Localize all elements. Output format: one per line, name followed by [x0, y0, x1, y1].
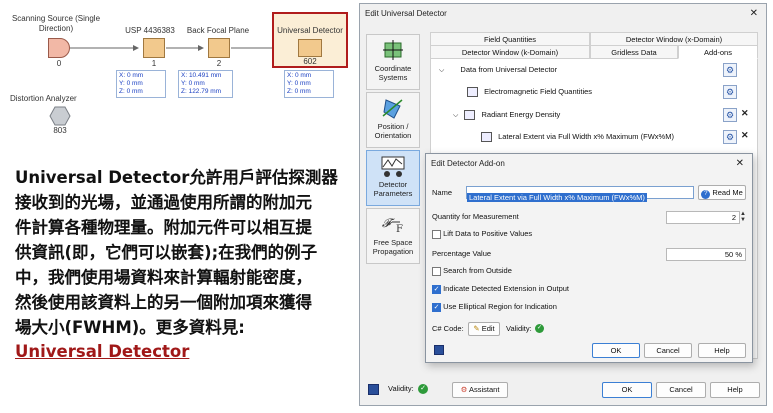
- sidebar-item-coordinate-systems[interactable]: Coordinate Systems: [366, 34, 420, 90]
- tab-gridless-data[interactable]: Gridless Data: [590, 45, 678, 59]
- addon-dialog-title: Edit Detector Add-on: [431, 159, 505, 168]
- help-circle-icon: ?: [701, 190, 711, 199]
- name-label: Name: [432, 188, 453, 197]
- lift-data-checkbox[interactable]: Lift Data to Positive Values: [432, 228, 532, 240]
- coordinate-box-detector: X: 0 mm Y: 0 mm Z: 0 mm: [284, 70, 334, 98]
- validity-ok-icon: ✓: [535, 324, 544, 333]
- read-me-button[interactable]: ? Read Me: [698, 185, 746, 200]
- pencil-icon: ✎: [473, 324, 480, 333]
- tree-item-radiant-energy-density[interactable]: ⌵ Radiant Energy Density: [453, 108, 703, 123]
- gear-icon[interactable]: ⚙: [723, 108, 737, 122]
- percentage-label: Percentage Value: [432, 249, 492, 258]
- indicate-extension-checkbox[interactable]: ✓ Indicate Detected Extension in Output: [432, 283, 569, 295]
- tab-detector-window-x[interactable]: Detector Window (x-Domain): [590, 32, 758, 46]
- cancel-button[interactable]: Cancel: [656, 382, 706, 398]
- dialog-titlebar[interactable]: Edit Universal Detector ✕: [360, 4, 766, 24]
- sidebar-item-detector-parameters[interactable]: Detector Parameters: [366, 150, 420, 206]
- addon-dialog-titlebar[interactable]: Edit Detector Add-on ✕: [426, 154, 752, 174]
- node-label-back-focal-plane: Back Focal Plane: [186, 26, 250, 35]
- detector-node-icon: [298, 39, 322, 57]
- edit-code-button[interactable]: ✎ Edit: [468, 322, 500, 336]
- description-line: 接收到的光場，並通過使用所謂的附加元: [15, 193, 312, 212]
- optical-setup-diagram: Scanning Source (Single Direction) 0 USP…: [0, 0, 355, 150]
- node-label-source: Scanning Source (Single Direction): [11, 14, 101, 33]
- validity-ok-icon: ✓: [418, 384, 428, 394]
- addon-icon: [481, 132, 492, 143]
- usp-node-icon[interactable]: [143, 38, 165, 58]
- validity-label: Validity:: [388, 384, 414, 393]
- detector-parameters-icon: [381, 156, 405, 177]
- search-from-outside-checkbox[interactable]: Search from Outside: [432, 265, 512, 277]
- addon-help-button[interactable]: Help: [698, 343, 746, 358]
- addon-icon: [467, 87, 478, 98]
- close-icon[interactable]: ✕: [736, 154, 744, 174]
- node-label-universal-detector: Universal Detector: [277, 26, 343, 35]
- addon-ok-button[interactable]: OK: [592, 343, 640, 358]
- ok-button[interactable]: OK: [602, 382, 652, 398]
- description-line: 然後使用該資料上的另一個附加項來獲得: [15, 293, 312, 312]
- save-icon[interactable]: [368, 384, 379, 395]
- node-number-back-focal-plane: 2: [216, 59, 222, 68]
- back-focal-plane-node-icon[interactable]: [208, 38, 230, 58]
- validity-label: Validity:: [506, 324, 532, 333]
- free-space-propagation-icon: 𝓕F: [382, 216, 403, 235]
- gear-icon[interactable]: ⚙: [723, 85, 737, 99]
- gear-icon[interactable]: ⚙: [723, 130, 737, 144]
- coordinate-systems-icon: [383, 40, 403, 60]
- save-icon[interactable]: [434, 345, 444, 355]
- name-input[interactable]: Lateral Extent via Full Width x% Maximum…: [466, 186, 694, 202]
- description-block: Universal Detector允許用戶評估探測器 接收到的光場，並通過使用…: [15, 165, 353, 361]
- chevron-down-icon[interactable]: ⌵: [453, 112, 458, 119]
- percentage-input[interactable]: 50 %: [666, 248, 746, 261]
- gear-icon[interactable]: ⚙: [723, 63, 737, 77]
- svg-text:𝓕: 𝓕: [382, 216, 395, 230]
- dialog-title: Edit Universal Detector: [365, 9, 447, 18]
- tree-item-data-from-detector[interactable]: ⌵ Data from Universal Detector: [439, 63, 699, 78]
- node-number-distortion-analyzer: 803: [53, 126, 67, 135]
- sidebar-item-position-orientation[interactable]: Position / Orientation: [366, 92, 420, 148]
- addon-cancel-button[interactable]: Cancel: [644, 343, 692, 358]
- description-line: 中，我們使用場資料來計算輻射能密度，: [15, 268, 312, 287]
- addon-icon: [464, 110, 476, 121]
- tab-detector-window-k[interactable]: Detector Window (k-Domain): [430, 45, 590, 59]
- close-icon[interactable]: ✕: [750, 4, 758, 24]
- node-label-distortion-analyzer: Distortion Analyzer: [10, 94, 77, 103]
- node-number-usp: 1: [151, 59, 157, 68]
- elliptical-region-checkbox[interactable]: ✓ Use Elliptical Region for Indication: [432, 301, 557, 313]
- help-button[interactable]: Help: [710, 382, 760, 398]
- description-line: 場大小(FWHM)。更多資料見:: [15, 318, 245, 337]
- sidebar-item-free-space-propagation[interactable]: 𝓕F Free Space Propagation: [366, 208, 420, 264]
- node-number-source: 0: [56, 59, 62, 68]
- svg-text:F: F: [396, 224, 403, 235]
- stepper-arrows-icon[interactable]: ▲ ▼: [740, 211, 746, 223]
- tree-item-em-field-quantities[interactable]: Electromagnetic Field Quantities: [467, 85, 717, 99]
- tab-add-ons[interactable]: Add-ons: [678, 45, 758, 59]
- remove-icon[interactable]: ✕: [741, 130, 749, 141]
- remove-icon[interactable]: ✕: [741, 108, 749, 119]
- source-node-icon[interactable]: [48, 38, 70, 58]
- edit-detector-addon-dialog: Edit Detector Add-on ✕ Name Lateral Exte…: [425, 153, 753, 363]
- universal-detector-node[interactable]: Universal Detector 602: [272, 12, 348, 68]
- description-line: Universal Detector允許用戶評估探測器: [15, 168, 338, 187]
- csharp-code-label: C# Code:: [432, 324, 464, 333]
- assistant-icon: ⚙: [460, 385, 468, 394]
- node-number-universal-detector: 602: [303, 57, 317, 66]
- description-line: 供資訊(即，它們可以嵌套);在我們的例子: [15, 243, 318, 262]
- tree-item-lateral-extent[interactable]: Lateral Extent via Full Width x% Maximum…: [481, 130, 721, 144]
- assistant-button[interactable]: ⚙ Assistant: [452, 382, 508, 398]
- coordinate-box-usp: X: 0 mm Y: 0 mm Z: 0 mm: [116, 70, 166, 98]
- tab-field-quantities[interactable]: Field Quantities: [430, 32, 590, 46]
- distortion-analyzer-node-icon[interactable]: [49, 106, 71, 126]
- quantity-label: Quantity for Measurement: [432, 212, 519, 221]
- dialog-footer: Validity: ✓ ⚙ Assistant OK Cancel Help: [360, 378, 766, 404]
- position-orientation-icon: [382, 99, 403, 119]
- chevron-down-icon[interactable]: ⌵: [439, 67, 444, 74]
- coordinate-box-back-focal-plane: X: 10.491 mm Y: 0 mm Z: 122.79 mm: [178, 70, 233, 98]
- universal-detector-link[interactable]: Universal Detector: [15, 342, 353, 361]
- description-line: 件計算各種物理量。附加元件可以相互提: [15, 218, 312, 237]
- quantity-stepper[interactable]: 2: [666, 211, 740, 224]
